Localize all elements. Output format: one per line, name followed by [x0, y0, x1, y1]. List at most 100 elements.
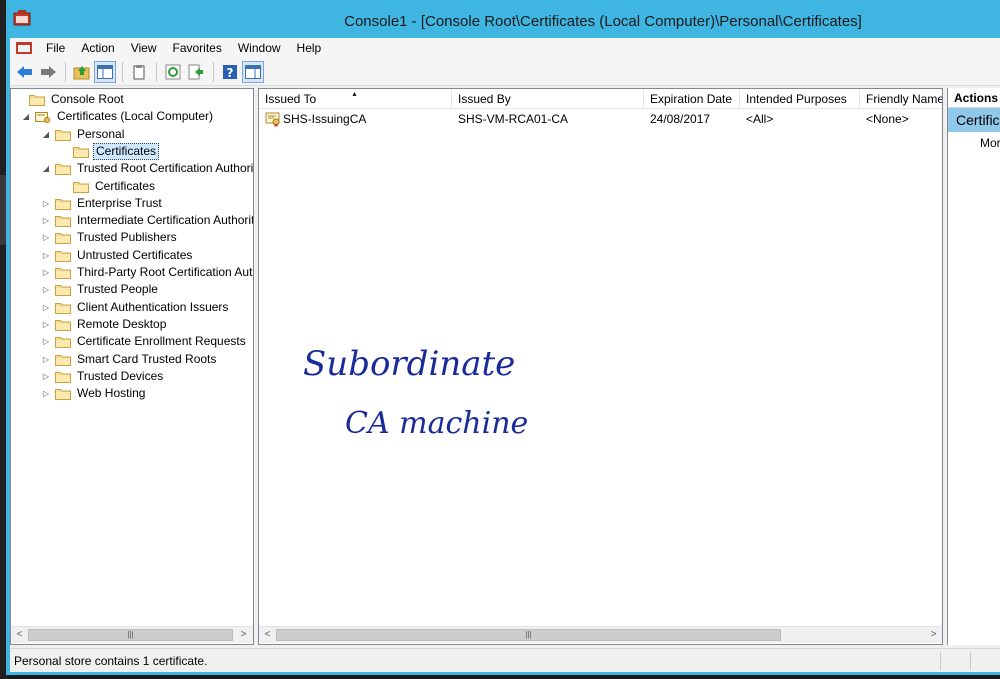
svg-text:?: ?	[227, 66, 234, 80]
refresh-icon	[165, 64, 181, 79]
tree-item[interactable]: ▷ Untrusted Certificates	[41, 247, 194, 264]
up-one-level-button[interactable]	[71, 61, 93, 83]
expand-arrow-icon[interactable]: ▷	[41, 285, 51, 294]
tree-item[interactable]: Certificates	[59, 178, 157, 195]
scroll-right-arrow-icon[interactable]: >	[235, 627, 252, 643]
forward-icon	[41, 65, 56, 78]
console-tree-pane[interactable]: Console Root ◢ Certificates (Local Compute…	[10, 88, 254, 645]
expand-arrow-icon[interactable]: ▷	[41, 303, 51, 312]
scroll-left-arrow-icon[interactable]: <	[259, 627, 276, 643]
tree-item[interactable]: ▷ Certificate Enrollment Requests	[41, 333, 248, 350]
folder-icon	[55, 302, 71, 314]
expand-arrow-icon[interactable]: ▷	[41, 268, 51, 277]
column-header-friendly-name[interactable]: Friendly Name	[860, 89, 942, 109]
tree-item[interactable]: ◢ Certificates (Local Computer)	[21, 108, 215, 125]
scroll-right-arrow-icon[interactable]: >	[925, 627, 942, 643]
menu-window[interactable]: Window	[230, 38, 289, 58]
sort-ascending-icon: ▲	[351, 91, 358, 98]
folder-icon	[55, 198, 71, 210]
tree-item[interactable]: ▷ Smart Card Trusted Roots	[41, 351, 218, 368]
up-folder-icon	[73, 65, 90, 79]
column-header-issued-by[interactable]: Issued By	[452, 89, 644, 109]
row-friendly-name[interactable]: <None>	[866, 110, 942, 128]
folder-icon	[55, 337, 71, 349]
expand-arrow-icon[interactable]: ▷	[41, 389, 51, 398]
actions-header: Actions	[948, 88, 1000, 108]
forward-button[interactable]	[37, 61, 59, 83]
tree-item[interactable]: ▷ Web Hosting	[41, 385, 147, 402]
expand-arrow-icon[interactable]: ▷	[41, 355, 51, 364]
tree-horizontal-scrollbar[interactable]: < ||| >	[11, 626, 253, 643]
actions-pane: Actions Certificates More Actions	[947, 88, 1000, 645]
tree-item-label: Untrusted Certificates	[77, 247, 193, 262]
menu-view[interactable]: View	[123, 38, 165, 58]
actions-section-certificates[interactable]: Certificates	[948, 108, 1000, 132]
collapse-arrow-icon[interactable]: ◢	[41, 130, 51, 139]
tree-item[interactable]: ▷ Intermediate Certification Authorities	[41, 212, 253, 229]
console-tree: Console Root ◢ Certificates (Local Compute…	[11, 89, 253, 624]
menu-help[interactable]: Help	[289, 38, 330, 58]
folder-icon	[55, 164, 71, 176]
folder-icon	[55, 250, 71, 262]
row-expiration-date[interactable]: 24/08/2017	[650, 110, 740, 128]
scroll-thumb[interactable]: |||	[276, 629, 781, 641]
certificates-snapin-icon	[35, 112, 50, 124]
tree-item[interactable]: ◢ Trusted Root Certification Authorities	[41, 160, 253, 177]
row-issued-by[interactable]: SHS-VM-RCA01-CA	[458, 110, 643, 128]
more-actions-link[interactable]: More Actions	[948, 132, 1000, 154]
tree-item-label: Smart Card Trusted Roots	[77, 351, 217, 366]
tree-item[interactable]: ▷ Third-Party Root Certification Authorit…	[41, 264, 253, 281]
tree-item-label: Console Root	[51, 92, 124, 106]
show-hide-action-pane-button[interactable]	[242, 60, 264, 83]
menu-action[interactable]: Action	[73, 38, 122, 58]
copy-button[interactable]	[128, 61, 150, 83]
expand-arrow-icon[interactable]: ▷	[41, 251, 51, 260]
tree-item[interactable]: Console Root	[15, 91, 126, 108]
expand-arrow-icon[interactable]: ▷	[41, 216, 51, 225]
column-header-intended-purposes[interactable]: Intended Purposes	[740, 89, 860, 109]
folder-icon	[55, 389, 71, 401]
collapse-arrow-icon[interactable]: ◢	[21, 112, 31, 121]
collapse-arrow-icon[interactable]: ◢	[41, 164, 51, 173]
tree-item-label: Trusted Root Certification Authorities	[77, 161, 253, 176]
folder-icon	[55, 268, 71, 279]
results-pane[interactable]: Issued To ▲ Issued By Expiration Date In…	[258, 88, 943, 645]
scroll-left-arrow-icon[interactable]: <	[11, 627, 28, 643]
tree-item[interactable]: ◢ Personal	[41, 126, 126, 143]
system-menu-icon[interactable]	[14, 40, 34, 56]
back-button[interactable]	[14, 61, 36, 83]
tree-item[interactable]: ▷ Trusted People	[41, 281, 160, 298]
list-horizontal-scrollbar[interactable]: < ||| >	[259, 626, 942, 643]
help-button[interactable]: ?	[219, 61, 241, 83]
row-issued-to[interactable]: SHS-IssuingCA	[283, 110, 451, 128]
tree-item-label: Remote Desktop	[77, 316, 167, 331]
expand-arrow-icon[interactable]: ▷	[41, 372, 51, 381]
row-intended-purposes[interactable]: <All>	[746, 110, 860, 128]
column-header-expiration-date[interactable]: Expiration Date	[644, 89, 740, 109]
show-hide-tree-button[interactable]	[94, 60, 116, 83]
folder-icon	[55, 319, 71, 331]
refresh-button[interactable]	[162, 61, 184, 83]
certificate-list: Issued To ▲ Issued By Expiration Date In…	[259, 89, 942, 626]
tree-item[interactable]: Certificates	[59, 142, 160, 160]
export-list-icon	[188, 64, 203, 79]
scroll-thumb[interactable]: |||	[28, 629, 233, 641]
expand-arrow-icon[interactable]: ▷	[41, 233, 51, 242]
folder-icon	[55, 371, 71, 383]
title-bar[interactable]: Console1 - [Console Root\Certificates (L…	[6, 0, 1000, 38]
export-list-button[interactable]	[185, 61, 207, 83]
folder-icon	[55, 285, 71, 297]
expand-arrow-icon[interactable]: ▷	[41, 199, 51, 208]
handwritten-annotation: Subordinate CA machine	[303, 344, 528, 441]
menu-favorites[interactable]: Favorites	[165, 38, 230, 58]
expand-arrow-icon[interactable]: ▷	[41, 320, 51, 329]
tree-item[interactable]: ▷ Trusted Publishers	[41, 229, 179, 246]
folder-icon	[29, 95, 45, 106]
tree-item[interactable]: ▷ Enterprise Trust	[41, 195, 164, 212]
window-title: Console1 - [Console Root\Certificates (L…	[344, 13, 862, 30]
tree-item[interactable]: ▷ Remote Desktop	[41, 316, 168, 333]
expand-arrow-icon[interactable]: ▷	[41, 337, 51, 346]
tree-item[interactable]: ▷ Client Authentication Issuers	[41, 299, 230, 316]
tree-item[interactable]: ▷ Trusted Devices	[41, 368, 165, 385]
menu-file[interactable]: File	[38, 38, 73, 58]
